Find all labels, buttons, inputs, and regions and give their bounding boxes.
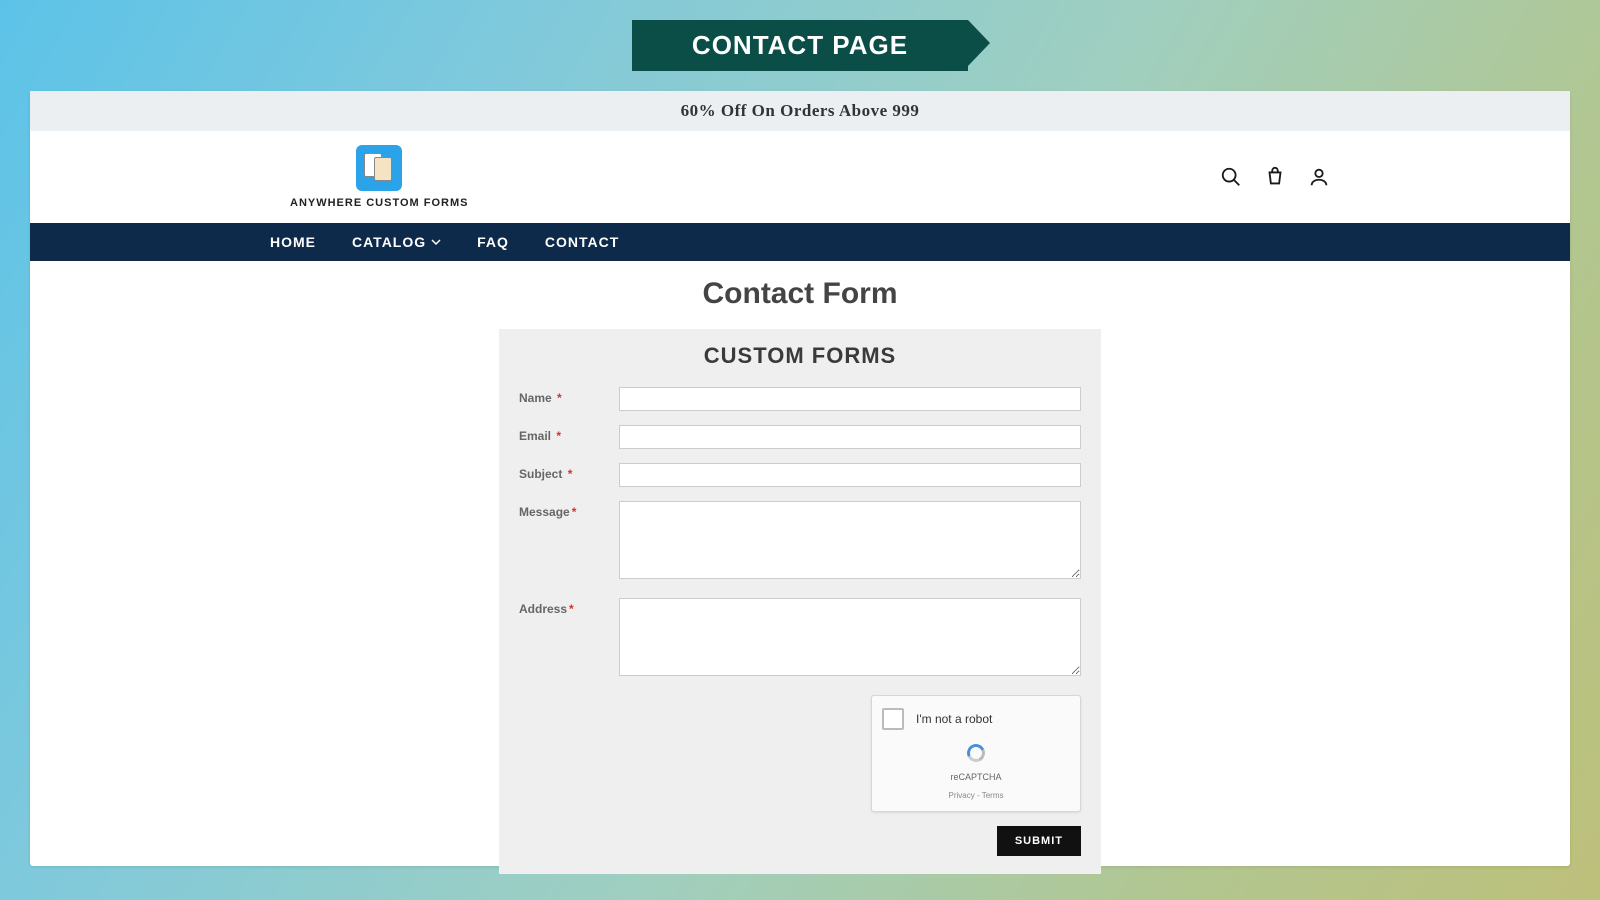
required-star: * [556, 429, 561, 443]
email-label: Email [519, 429, 551, 443]
message-input[interactable] [619, 501, 1081, 579]
promo-text: 60% Off On Orders Above 999 [681, 101, 920, 120]
name-input[interactable] [619, 387, 1081, 411]
nav-contact[interactable]: CONTACT [545, 234, 619, 250]
message-label: Message [519, 505, 570, 519]
field-subject: Subject * [519, 463, 1081, 487]
subject-label: Subject [519, 467, 562, 481]
cart-icon[interactable] [1264, 166, 1286, 188]
email-input[interactable] [619, 425, 1081, 449]
header-icons [1220, 166, 1330, 188]
nav-catalog-label: CATALOG [352, 234, 426, 250]
contact-form: CUSTOM FORMS Name * Email * Subject * Me… [499, 329, 1101, 874]
account-icon[interactable] [1308, 166, 1330, 188]
required-star: * [568, 467, 573, 481]
search-icon[interactable] [1220, 166, 1242, 188]
site-logo[interactable]: ANYWHERE CUSTOM FORMS [290, 145, 468, 209]
recaptcha-links[interactable]: Privacy - Terms [949, 791, 1004, 800]
recaptcha-icon [967, 744, 985, 762]
form-title: CUSTOM FORMS [519, 343, 1081, 369]
page-ribbon: CONTACT PAGE [632, 20, 968, 71]
page-title: Contact Form [30, 277, 1570, 311]
site-container: 60% Off On Orders Above 999 ANYWHERE CUS… [30, 91, 1570, 866]
nav-faq-label: FAQ [477, 234, 509, 250]
page-content: Contact Form CUSTOM FORMS Name * Email *… [30, 261, 1570, 874]
field-address: Address* [519, 598, 1081, 681]
nav-home[interactable]: HOME [270, 234, 316, 250]
ribbon-label: CONTACT PAGE [692, 30, 908, 60]
recaptcha-checkbox[interactable] [882, 708, 904, 730]
name-label: Name [519, 391, 552, 405]
nav-catalog[interactable]: CATALOG [352, 234, 441, 250]
address-label: Address [519, 602, 567, 616]
chevron-down-icon [431, 237, 441, 247]
logo-icon [356, 145, 402, 191]
field-name: Name * [519, 387, 1081, 411]
field-email: Email * [519, 425, 1081, 449]
promo-bar: 60% Off On Orders Above 999 [30, 91, 1570, 131]
site-header: ANYWHERE CUSTOM FORMS [30, 131, 1570, 223]
required-star: * [557, 391, 562, 405]
recaptcha-text: I'm not a robot [916, 712, 992, 726]
recaptcha-widget: I'm not a robot reCAPTCHA Privacy - Term… [871, 695, 1081, 812]
submit-button[interactable]: SUBMIT [997, 826, 1081, 856]
logo-text: ANYWHERE CUSTOM FORMS [290, 197, 468, 209]
required-star: * [572, 505, 577, 519]
nav-home-label: HOME [270, 234, 316, 250]
recaptcha-brand: reCAPTCHA [950, 772, 1001, 782]
nav-contact-label: CONTACT [545, 234, 619, 250]
address-input[interactable] [619, 598, 1081, 676]
required-star: * [569, 602, 574, 616]
main-nav: HOME CATALOG FAQ CONTACT [30, 223, 1570, 261]
nav-faq[interactable]: FAQ [477, 234, 509, 250]
subject-input[interactable] [619, 463, 1081, 487]
field-message: Message* [519, 501, 1081, 584]
